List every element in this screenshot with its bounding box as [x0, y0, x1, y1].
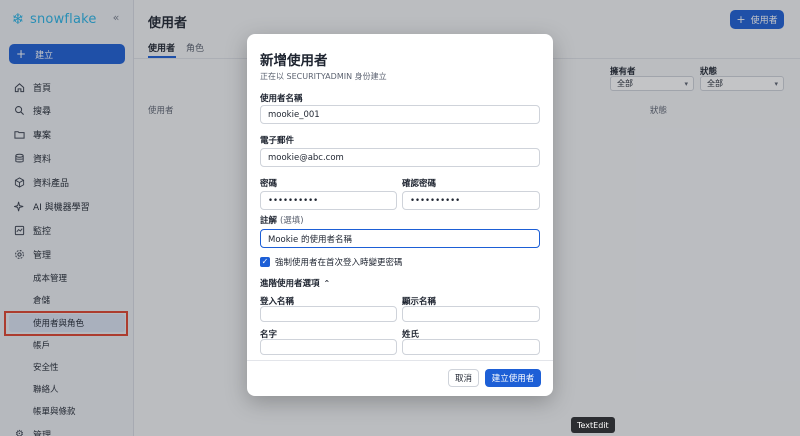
dialog-subtitle: 正在以 SECURITYADMIN 身份建立: [260, 72, 387, 81]
first-name-field[interactable]: [260, 339, 397, 355]
last-name-field[interactable]: [402, 339, 540, 355]
comment-field[interactable]: Mookie 的使用者名稱: [260, 229, 540, 248]
password-field[interactable]: ••••••••••: [260, 191, 397, 210]
email-label: 電子郵件: [260, 136, 295, 146]
dialog-title: 新增使用者: [260, 53, 328, 69]
advanced-options-toggle[interactable]: 進階使用者選項 ⌃: [260, 277, 331, 290]
app-tooltip: TextEdit: [571, 417, 615, 433]
footer-divider: [247, 360, 553, 361]
checkmark-icon[interactable]: ✓: [260, 257, 270, 267]
email-field[interactable]: mookie@abc.com: [260, 148, 540, 167]
username-field[interactable]: mookie_001: [260, 105, 540, 124]
confirm-password-field[interactable]: ••••••••••: [402, 191, 540, 210]
username-label: 使用者名稱: [260, 94, 303, 104]
display-name-field[interactable]: [402, 306, 540, 322]
force-password-change-label: 強制使用者在首次登入時變更密碼: [275, 258, 403, 268]
create-user-button[interactable]: 建立使用者: [485, 369, 541, 387]
chevron-up-icon: ⌃: [323, 278, 331, 288]
comment-label-text: 註解: [260, 216, 278, 226]
optional-hint: (選填): [279, 216, 304, 226]
cancel-button[interactable]: 取消: [448, 369, 479, 387]
confirm-password-label: 確認密碼: [402, 179, 437, 189]
force-password-change-checkbox[interactable]: ✓ 強制使用者在首次登入時變更密碼: [260, 256, 403, 268]
comment-label: 註解 (選填): [260, 214, 304, 226]
new-user-dialog: 新增使用者 正在以 SECURITYADMIN 身份建立 使用者名稱 mooki…: [247, 34, 553, 396]
password-label: 密碼: [260, 179, 278, 189]
login-name-field[interactable]: [260, 306, 397, 322]
advanced-options-label: 進階使用者選項: [260, 279, 320, 289]
